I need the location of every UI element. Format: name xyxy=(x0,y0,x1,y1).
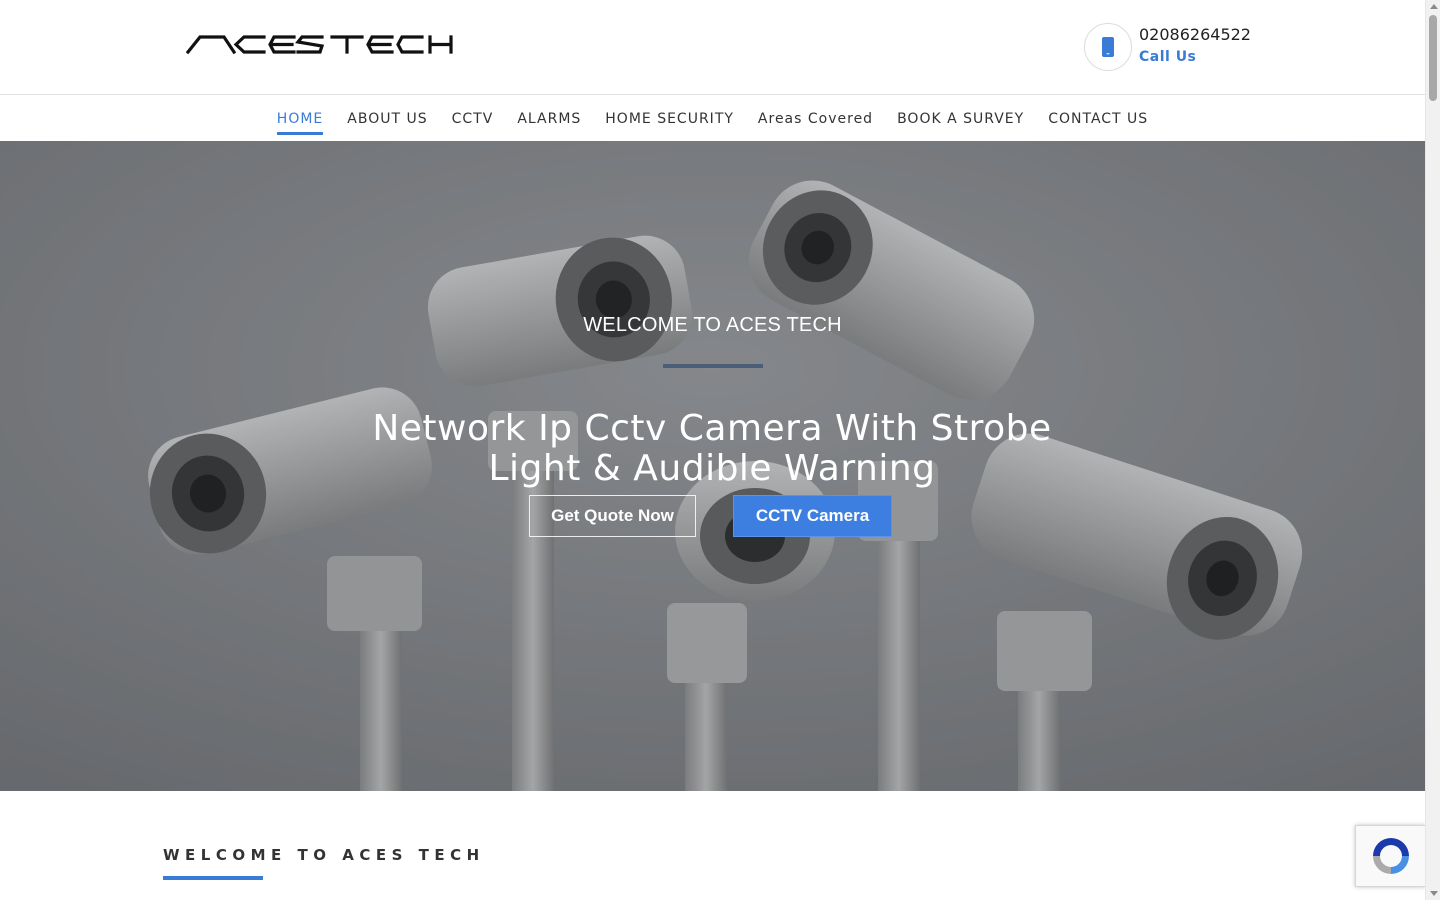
nav-item-cctv[interactable]: CCTV xyxy=(452,102,494,135)
nav-item-home[interactable]: HOME xyxy=(276,102,324,135)
nav-item-book-a-survey[interactable]: BOOK A SURVEY xyxy=(897,102,1024,135)
cctv-camera-button[interactable]: CCTV Camera xyxy=(733,495,892,537)
welcome-section-divider xyxy=(163,876,263,880)
site-header: 02086264522 Call Us xyxy=(0,0,1425,95)
hero-kicker: WELCOME TO ACES TECH xyxy=(583,314,842,336)
mobile-phone-icon xyxy=(1102,37,1114,57)
welcome-section-title: WELCOME TO ACES TECH xyxy=(163,846,485,864)
nav-item-about-us[interactable]: ABOUT US xyxy=(347,102,427,135)
scroll-down-arrow-icon[interactable] xyxy=(1430,891,1438,896)
scroll-thumb[interactable] xyxy=(1429,15,1437,101)
nav-item-areas-covered[interactable]: Areas Covered xyxy=(758,102,873,135)
hero-title: Network Ip Cctv Camera With Strobe Light… xyxy=(372,408,1052,489)
hero-kicker-divider xyxy=(663,364,763,368)
nav-item-alarms[interactable]: ALARMS xyxy=(517,102,581,135)
recaptcha-icon xyxy=(1372,838,1409,874)
phone-contact[interactable]: 02086264522 Call Us xyxy=(1084,22,1251,72)
main-nav: HOME ABOUT US CCTV ALARMS HOME SECURITY … xyxy=(0,95,1425,141)
logo-wordmark xyxy=(185,35,453,55)
get-quote-button[interactable]: Get Quote Now xyxy=(529,495,696,537)
nav-item-contact-us[interactable]: CONTACT US xyxy=(1048,102,1148,135)
call-us-label[interactable]: Call Us xyxy=(1139,45,1251,69)
nav-item-home-security[interactable]: HOME SECURITY xyxy=(605,102,734,135)
aces-tech-logo[interactable] xyxy=(185,33,454,55)
scroll-up-arrow-icon[interactable] xyxy=(1430,4,1438,9)
page-scrollbar[interactable] xyxy=(1425,0,1440,900)
recaptcha-badge[interactable] xyxy=(1355,825,1425,887)
phone-number[interactable]: 02086264522 xyxy=(1139,25,1251,45)
phone-icon-circle xyxy=(1084,23,1132,71)
phone-text: 02086264522 Call Us xyxy=(1139,25,1251,69)
hero-slider: WELCOME TO ACES TECH Network Ip Cctv Cam… xyxy=(0,141,1425,791)
